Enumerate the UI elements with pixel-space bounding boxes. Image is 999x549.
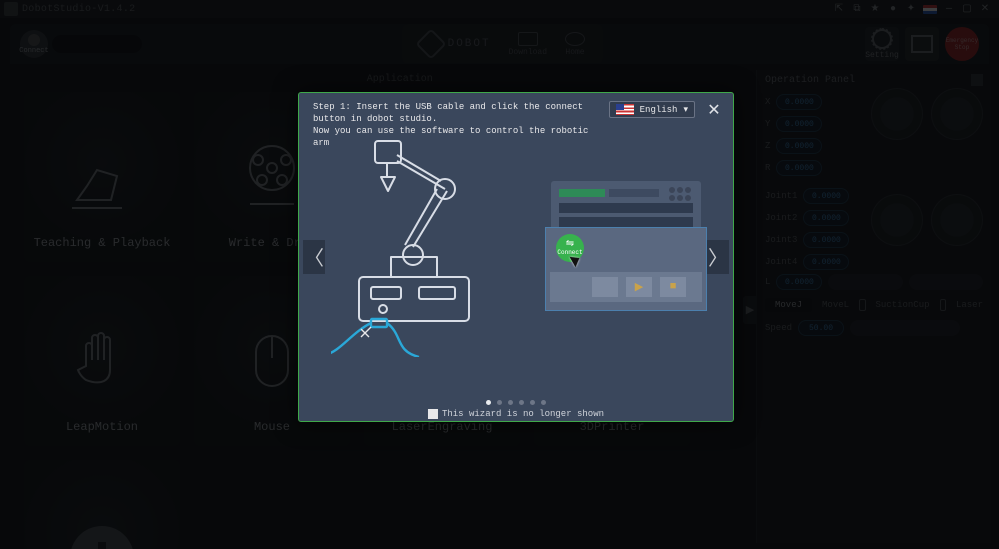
wizard-illustration: ⇋ Connect ▶ ■ — [331, 127, 701, 391]
pager-dot[interactable] — [508, 400, 513, 405]
pager-dot[interactable] — [541, 400, 546, 405]
language-label: English — [640, 105, 678, 115]
chevron-down-icon: ▾ — [683, 105, 688, 115]
language-selector[interactable]: English ▾ — [609, 101, 695, 118]
wizard-modal: Step 1: Insert the USB cable and click t… — [298, 92, 734, 422]
pager-dot[interactable] — [486, 400, 491, 405]
wizard-prev-button[interactable]: 〈 — [303, 240, 325, 274]
us-flag-icon — [616, 104, 634, 115]
wizard-pager[interactable] — [486, 400, 546, 405]
checkbox-icon[interactable] — [428, 409, 438, 419]
modal-close-button[interactable]: ✕ — [705, 101, 723, 119]
robot-arm-illustration — [331, 127, 521, 357]
pager-dot[interactable] — [497, 400, 502, 405]
zoom-callout: ⇋ Connect ▶ ■ — [545, 227, 707, 311]
pager-dot[interactable] — [530, 400, 535, 405]
no-show-again[interactable]: This wizard is no longer shown — [428, 409, 604, 419]
wizard-next-button[interactable]: 〉 — [707, 240, 729, 274]
no-show-label: This wizard is no longer shown — [442, 409, 604, 419]
pager-dot[interactable] — [519, 400, 524, 405]
